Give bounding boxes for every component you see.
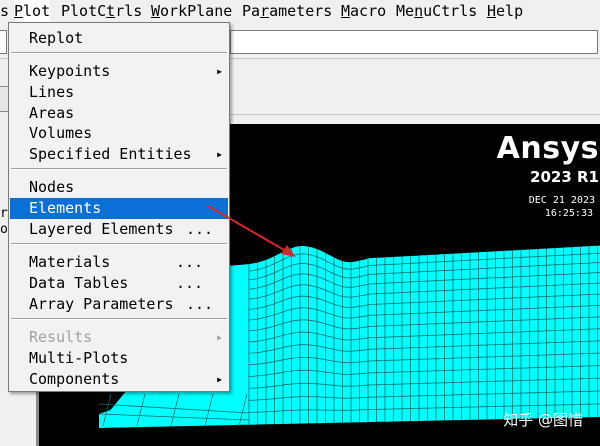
menu-item-label: Components [29,370,120,388]
toolbar-edge [0,30,7,54]
plot-date: DEC 21 2023 [528,195,595,206]
menu-menuctrls[interactable]: MenuCtrls [396,0,477,22]
submenu-arrow-icon: ▶ [217,67,222,76]
menu-item-array-parameters[interactable]: Array Parameters... [10,294,228,315]
menu-macro[interactable]: Macro [341,0,386,22]
menu-item-label: Array Parameters [29,295,174,313]
menu-item-specified-entities[interactable]: Specified Entities ▶ [10,144,228,165]
menu-item-volumes[interactable]: Volumes [10,123,228,144]
ellipsis-indicator: ... [186,220,214,238]
menubar-fragment: s [0,2,10,20]
menu-plot[interactable]: Plot [14,0,51,22]
plot-time: 16:25:33 [544,208,593,219]
submenu-arrow-icon: ▶ [217,333,222,342]
menu-plotctrls[interactable]: PlotCtrls [61,0,142,22]
menu-separator [11,52,227,54]
watermark: 知乎 @图惜 [503,411,583,429]
menu-item-components[interactable]: Components ▶ [10,369,228,390]
ansys-logo: Ansys [496,131,599,166]
menu-item-label: Areas [29,104,75,122]
submenu-arrow-icon: ▶ [217,150,222,159]
command-input[interactable] [230,30,598,54]
menu-item-label: Results [29,328,93,346]
menu-item-keypoints[interactable]: Keypoints ▶ [10,61,228,82]
menubar: s Plot PlotCtrls WorkPlane Parameters Ma… [0,0,600,22]
menu-item-label: Multi-Plots [29,349,129,367]
menu-item-label: Replot [29,29,84,47]
menu-item-label: Keypoints [29,62,111,80]
menu-item-replot[interactable]: Replot [10,28,228,49]
menu-item-elements[interactable]: Elements [10,198,228,219]
menu-item-data-tables[interactable]: Data Tables... [10,273,228,294]
menu-item-label: Elements [29,199,102,217]
menu-parameters[interactable]: Parameters [242,0,332,22]
menu-item-label: Volumes [29,124,93,142]
version-label: 2023 R1 [530,168,599,186]
ellipsis-indicator: ... [176,253,204,271]
menu-workplane[interactable]: WorkPlane [151,0,232,22]
ellipsis-indicator: ... [186,295,214,313]
menu-item-results: Results ▶ [10,327,228,348]
submenu-arrow-icon: ▶ [217,375,222,384]
menu-item-lines[interactable]: Lines [10,82,228,103]
menu-item-nodes[interactable]: Nodes [10,177,228,198]
menu-item-areas[interactable]: Areas [10,103,228,124]
menu-item-label: Materials [29,253,111,271]
menu-item-label: Specified Entities [29,145,192,163]
menu-separator [11,168,227,170]
menu-item-label: Nodes [29,178,75,196]
menu-separator [11,318,227,320]
menu-item-materials[interactable]: Materials... [10,252,228,273]
menu-item-multi-plots[interactable]: Multi-Plots [10,348,228,369]
menu-item-layered-elements[interactable]: Layered Elements... [10,219,228,240]
ellipsis-indicator: ... [176,274,204,292]
menu-separator [11,243,227,245]
plot-dropdown-menu: Replot Keypoints ▶ Lines Areas Volumes Specifi… [8,22,230,392]
menu-item-label: Data Tables [29,274,129,292]
menu-help[interactable]: Help [487,0,523,22]
menu-item-label: Lines [29,83,75,101]
menu-item-label: Layered Elements [29,220,174,238]
